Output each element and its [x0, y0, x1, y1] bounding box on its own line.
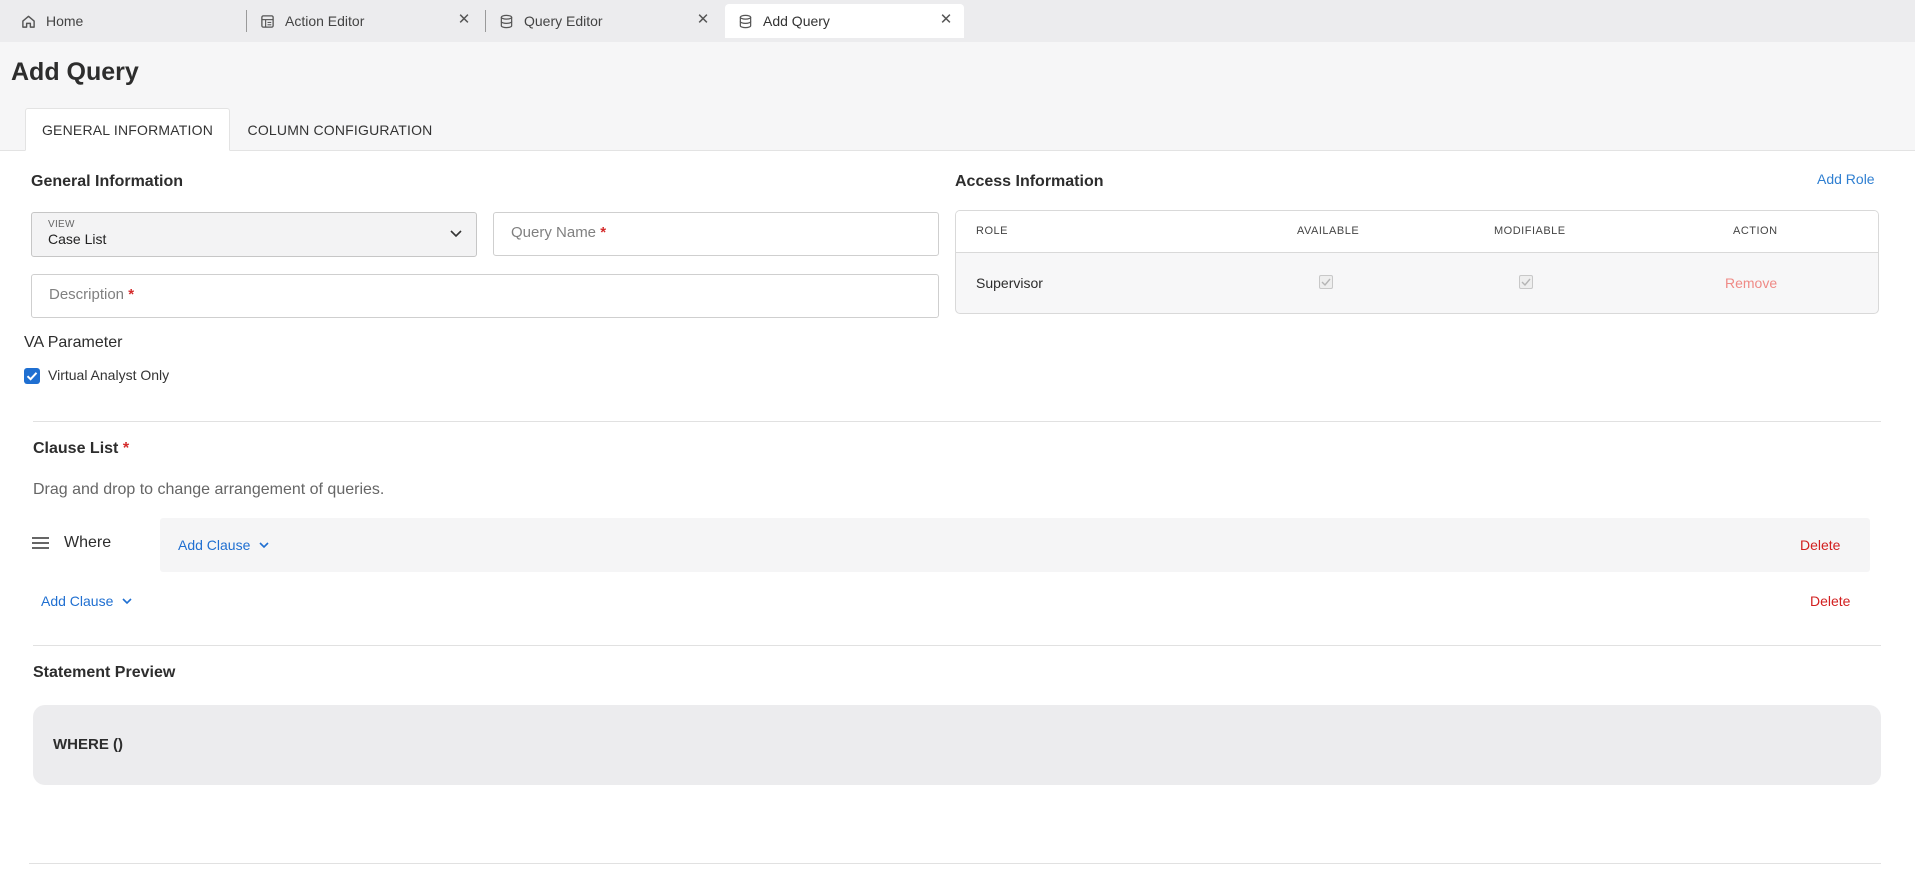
view-select[interactable]: VIEW Case List — [31, 212, 477, 257]
available-checkbox — [1319, 275, 1333, 289]
tab-label: Query Editor — [524, 13, 603, 29]
tab-add-query[interactable]: Add Query ✕ — [725, 4, 964, 38]
drag-handle-icon[interactable] — [32, 537, 49, 550]
divider — [33, 645, 1881, 646]
database-icon — [737, 13, 753, 29]
column-header-modifiable: MODIFIABLE — [1494, 225, 1566, 237]
virtual-analyst-checkbox[interactable] — [24, 368, 40, 384]
close-icon[interactable]: ✕ — [456, 12, 472, 28]
tab-home[interactable]: Home — [10, 4, 240, 38]
role-cell: Supervisor — [976, 275, 1043, 291]
remove-role-link[interactable]: Remove — [1725, 275, 1777, 291]
description-placeholder: Description * — [49, 286, 135, 303]
view-label: VIEW — [48, 219, 75, 230]
close-icon[interactable]: ✕ — [938, 12, 954, 28]
column-header-action: ACTION — [1733, 225, 1778, 237]
view-value: Case List — [48, 231, 107, 247]
statement-preview-title: Statement Preview — [33, 664, 176, 681]
statement-preview-box: WHERE () — [33, 705, 1881, 785]
page-title: Add Query — [11, 58, 139, 86]
action-editor-icon — [259, 13, 275, 29]
modifiable-checkbox — [1519, 275, 1533, 289]
column-header-role: ROLE — [976, 225, 1008, 237]
browser-tab-strip: Home Action Editor ✕ Query Editor ✕ Add … — [0, 0, 1915, 42]
va-parameter-title: VA Parameter — [24, 334, 123, 351]
tab-separator — [485, 10, 486, 32]
tab-query-editor[interactable]: Query Editor ✕ — [488, 4, 721, 38]
database-icon — [498, 13, 514, 29]
description-input[interactable]: Description * — [31, 274, 939, 318]
tab-column-configuration[interactable]: COLUMN CONFIGURATION — [230, 108, 450, 151]
virtual-analyst-label: Virtual Analyst Only — [48, 367, 170, 383]
clause-list-title: Clause List * — [33, 440, 130, 457]
add-clause-dropdown[interactable]: Add Clause — [41, 593, 133, 609]
tab-action-editor[interactable]: Action Editor ✕ — [249, 4, 482, 38]
query-name-placeholder: Query Name * — [511, 224, 607, 241]
divider — [33, 421, 1881, 422]
statement-text: WHERE () — [53, 736, 123, 753]
close-icon[interactable]: ✕ — [695, 12, 711, 28]
where-label: Where — [64, 534, 112, 551]
tab-label: Action Editor — [285, 13, 365, 29]
chevron-down-icon — [121, 595, 133, 607]
chevron-down-icon — [448, 225, 464, 241]
chevron-down-icon — [258, 539, 270, 551]
column-header-available: AVAILABLE — [1297, 225, 1360, 237]
page-header: Add Query GENERAL INFORMATION COLUMN CON… — [0, 42, 1915, 151]
access-information-title: Access Information — [955, 173, 1104, 190]
tab-separator — [246, 10, 247, 32]
query-name-input[interactable]: Query Name * — [493, 212, 939, 256]
delete-clause-button[interactable]: Delete — [1800, 537, 1840, 553]
divider — [29, 863, 1881, 864]
access-table-header: ROLE AVAILABLE MODIFIABLE ACTION — [956, 211, 1878, 253]
tab-general-information[interactable]: GENERAL INFORMATION — [25, 108, 230, 151]
clause-row: Add Clause Delete — [160, 518, 1870, 572]
home-icon — [20, 13, 36, 29]
add-clause-dropdown[interactable]: Add Clause — [178, 537, 270, 553]
tab-label: Add Query — [763, 13, 830, 29]
general-information-title: General Information — [31, 173, 184, 190]
clause-list-hint: Drag and drop to change arrangement of q… — [33, 481, 385, 498]
add-role-link[interactable]: Add Role — [1817, 171, 1875, 187]
tab-label: Home — [46, 13, 84, 29]
delete-button[interactable]: Delete — [1810, 593, 1850, 609]
access-table: ROLE AVAILABLE MODIFIABLE ACTION Supervi… — [955, 210, 1879, 314]
